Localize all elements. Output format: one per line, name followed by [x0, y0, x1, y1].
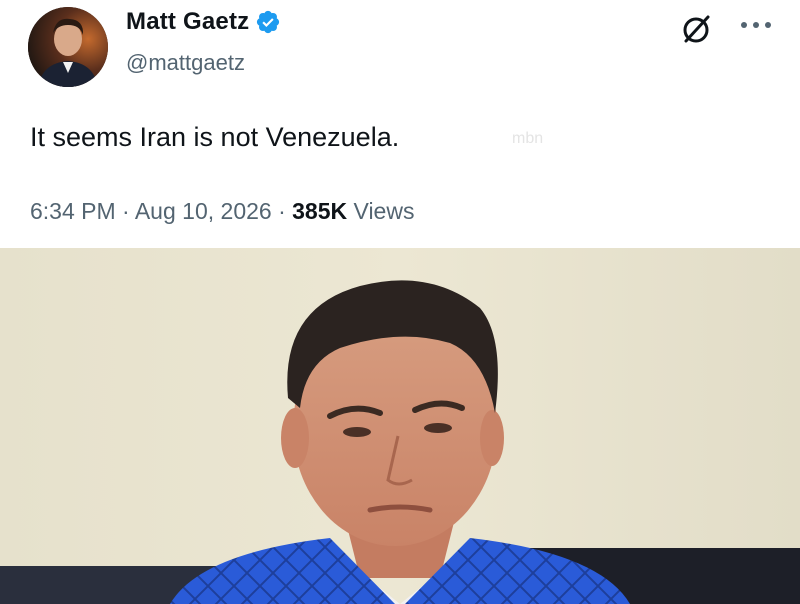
verified-badge-icon[interactable]	[255, 9, 281, 35]
tweet-photo-image	[0, 248, 800, 604]
author-name[interactable]: Matt Gaetz	[126, 8, 249, 36]
tweet-date[interactable]: Aug 10, 2026	[135, 198, 272, 224]
views-label[interactable]: Views	[354, 198, 415, 224]
meta-separator: ·	[122, 198, 130, 224]
tweet-photo[interactable]	[0, 248, 800, 604]
views-count[interactable]: 385K	[292, 198, 347, 224]
meta-separator: ·	[278, 198, 286, 224]
tweet-header: Matt Gaetz @mattgaetz	[0, 0, 800, 100]
avatar-image	[28, 7, 108, 87]
avatar[interactable]	[28, 7, 108, 87]
more-options-icon[interactable]	[738, 18, 774, 30]
tweet-text: It seems Iran is not Venezuela.	[30, 122, 400, 152]
tweet-time[interactable]: 6:34 PM	[30, 198, 116, 224]
author-name-row: Matt Gaetz	[126, 8, 281, 36]
grok-icon[interactable]	[680, 12, 714, 46]
watermark-text: mbn	[512, 130, 544, 147]
author-handle[interactable]: @mattgaetz	[126, 50, 245, 76]
tweet-meta: 6:34 PM · Aug 10, 2026 · 385K Views	[30, 198, 414, 225]
